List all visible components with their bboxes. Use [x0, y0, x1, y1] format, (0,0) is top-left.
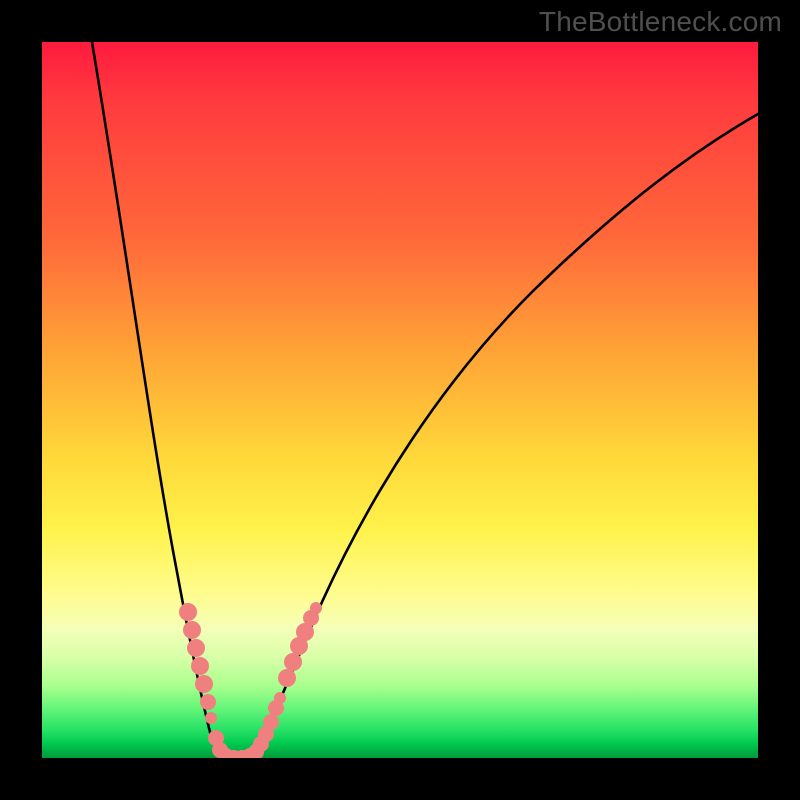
- data-marker: [274, 692, 286, 704]
- data-marker: [183, 621, 201, 639]
- data-marker: [310, 602, 322, 614]
- data-marker: [200, 694, 216, 710]
- data-marker: [191, 657, 209, 675]
- data-marker: [195, 675, 213, 693]
- chart-frame: TheBottleneck.com: [0, 0, 800, 800]
- data-marker: [278, 669, 296, 687]
- data-marker: [205, 712, 217, 724]
- plot-svg: [42, 42, 758, 758]
- data-marker: [284, 653, 302, 671]
- curve-right-branch: [252, 114, 758, 756]
- data-marker: [179, 603, 197, 621]
- plot-area: [42, 42, 758, 758]
- data-marker: [263, 714, 279, 730]
- watermark-label: TheBottleneck.com: [539, 6, 782, 38]
- data-marker: [187, 639, 205, 657]
